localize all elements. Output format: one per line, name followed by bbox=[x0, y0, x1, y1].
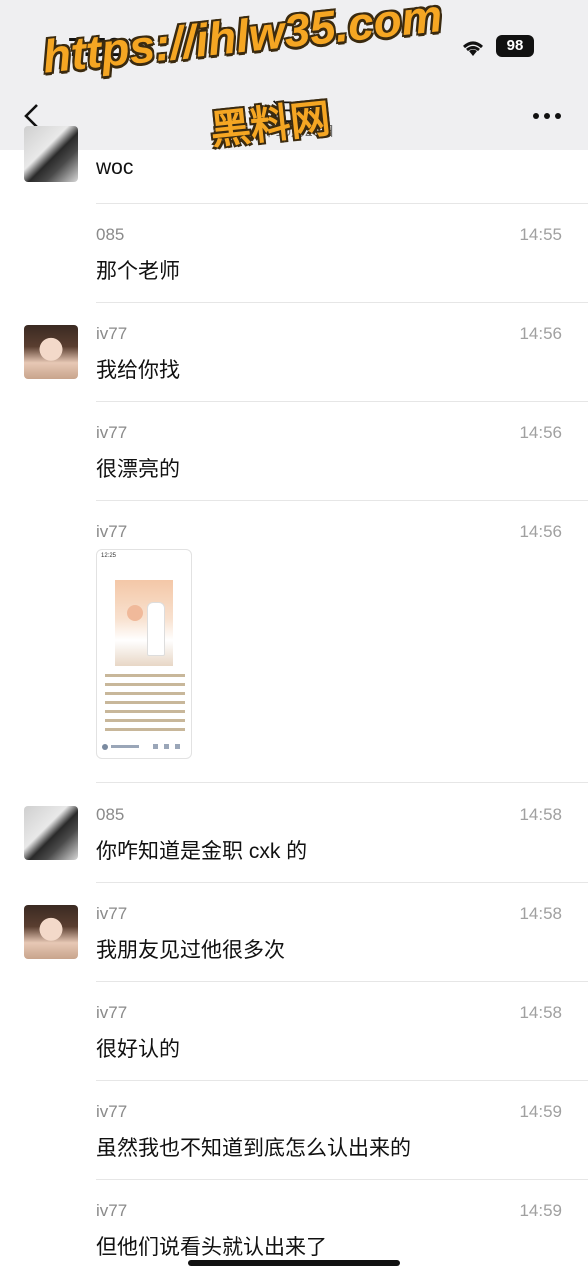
message-item[interactable]: 085 14:58 你咋知道是金职 cxk 的 bbox=[0, 783, 588, 883]
message-time: 14:56 bbox=[519, 324, 562, 343]
message-item[interactable]: iv77 14:59 虽然我也不知道到底怎么认出来的 bbox=[0, 1081, 588, 1180]
sender-name: iv77 bbox=[96, 904, 128, 923]
message-item[interactable]: 085 14:55 那个老师 bbox=[0, 204, 588, 303]
message-item[interactable]: iv77 14:56 bbox=[0, 501, 588, 783]
avatar[interactable] bbox=[24, 905, 78, 959]
sender-name: iv77 bbox=[96, 1102, 128, 1121]
status-time: 7:52 bbox=[68, 32, 123, 62]
message-time: 14:59 bbox=[519, 1201, 562, 1220]
image-figure bbox=[127, 605, 143, 621]
message-time: 14:58 bbox=[519, 904, 562, 923]
message-time: 14:58 bbox=[519, 805, 562, 824]
image-figure bbox=[147, 602, 165, 656]
image-status-time: 12:25 bbox=[101, 553, 117, 559]
top-bar: 7:52 98 记录 1年10月20日 bbox=[0, 0, 588, 150]
message-text: 但他们说看头就认出来了 bbox=[96, 1236, 327, 1259]
message-time: 14:56 bbox=[519, 522, 562, 541]
message-item[interactable]: woc bbox=[0, 126, 588, 204]
sender-name: iv77 bbox=[96, 522, 128, 541]
message-time: 14:56 bbox=[519, 423, 562, 442]
message-time: 14:58 bbox=[519, 1003, 562, 1022]
avatar[interactable] bbox=[24, 126, 78, 182]
message-text: 虽然我也不知道到底怎么认出来的 bbox=[96, 1137, 411, 1160]
message-text: woc bbox=[96, 156, 134, 179]
message-time: 14:55 bbox=[519, 225, 562, 244]
bell-muted-icon bbox=[127, 37, 147, 57]
sender-name: 085 bbox=[96, 805, 125, 824]
page-subtitle: 1年10月20日 bbox=[253, 123, 335, 139]
message-text: 你咋知道是金职 cxk 的 bbox=[96, 840, 308, 863]
message-item[interactable]: iv77 14:56 很漂亮的 bbox=[0, 402, 588, 501]
message-text: 我朋友见过他很多次 bbox=[96, 939, 285, 962]
wifi-icon bbox=[463, 41, 483, 56]
more-options-icon[interactable] bbox=[532, 112, 562, 120]
image-toolbar bbox=[102, 744, 180, 750]
home-indicator[interactable] bbox=[188, 1260, 400, 1266]
message-text: 很好认的 bbox=[96, 1038, 180, 1061]
battery-indicator: 98 bbox=[496, 35, 534, 57]
sender-name: iv77 bbox=[96, 324, 128, 343]
message-text: 我给你找 bbox=[96, 359, 180, 382]
image-attachment[interactable]: 12:25 bbox=[96, 549, 192, 759]
message-item[interactable]: iv77 14:58 很好认的 bbox=[0, 982, 588, 1081]
message-text: 那个老师 bbox=[96, 260, 180, 283]
sender-name: iv77 bbox=[96, 1003, 128, 1022]
sender-name: iv77 bbox=[96, 1201, 128, 1220]
sender-name: iv77 bbox=[96, 423, 128, 442]
image-text-lines bbox=[105, 674, 185, 737]
message-text: 很漂亮的 bbox=[96, 458, 180, 481]
avatar[interactable] bbox=[24, 325, 78, 379]
avatar[interactable] bbox=[24, 806, 78, 860]
message-item[interactable]: iv77 14:58 我朋友见过他很多次 bbox=[0, 883, 588, 982]
message-item[interactable]: iv77 14:56 我给你找 bbox=[0, 303, 588, 402]
message-time: 14:59 bbox=[519, 1102, 562, 1121]
sender-name: 085 bbox=[96, 225, 125, 244]
